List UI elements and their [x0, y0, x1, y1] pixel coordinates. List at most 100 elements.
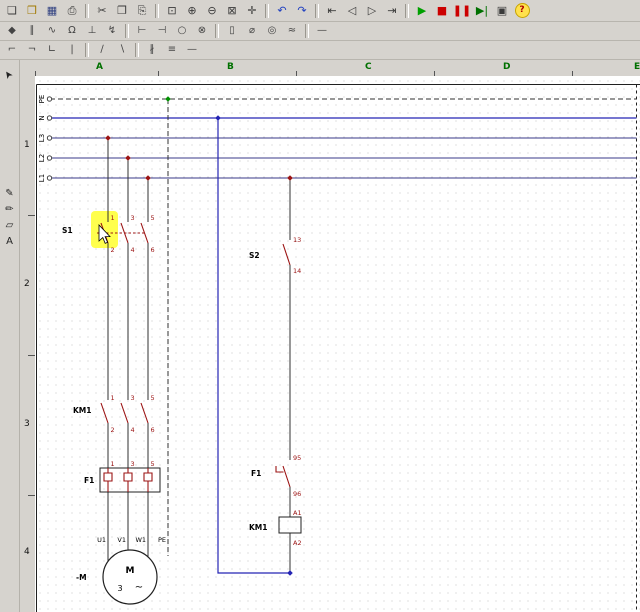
zoom-page-icon: ⊡ [167, 4, 177, 17]
prev-page-icon: ◁ [347, 4, 357, 17]
toolbar-separator [85, 43, 89, 57]
wire-vertical-button[interactable]: | [62, 42, 82, 59]
window-icon: ▣ [496, 4, 508, 17]
s2-button-symbol[interactable]: 13 14 S2 [249, 236, 301, 275]
km1-coil-symbol[interactable]: A1 A2 KM1 [249, 509, 302, 547]
f1-aux-contact-symbol[interactable]: 95 96 F1 [251, 454, 301, 498]
next-page-icon: ▷ [367, 4, 377, 17]
km1-contacts-symbol[interactable]: 1 3 5 2 4 6 KM1 [73, 394, 155, 434]
column-label: A [96, 62, 103, 72]
window-button[interactable]: ▣ [492, 2, 512, 19]
rail-label-n: N [38, 115, 46, 120]
contact-no-symbol-button[interactable]: ⊢ [132, 23, 152, 40]
resistor-symbol-button[interactable]: Ω [62, 23, 82, 40]
pencil-tool[interactable]: ✎ [1, 186, 19, 202]
conductor-single-button[interactable]: — [182, 42, 202, 59]
motor-symbol[interactable]: M 3 ∼ -M U1 V1 W1 PE [76, 536, 166, 605]
schematic-canvas[interactable]: PE N L3 L2 L1 1 3 5 2 4 6 S1 1 3 5 2 4 6… [35, 76, 640, 612]
paste-icon: ⎘ [137, 4, 147, 17]
next-page-button[interactable]: ▷ [362, 2, 382, 19]
busbar-symbol-button[interactable]: ∥ [22, 23, 42, 40]
undo-button[interactable]: ↶ [272, 2, 292, 19]
wire-diag-up-button[interactable]: ∕ [92, 42, 112, 59]
redo-button[interactable]: ↷ [292, 2, 312, 19]
run-button[interactable]: ▶ [412, 2, 432, 19]
device-tag: S2 [249, 251, 260, 260]
print-button[interactable]: ⎙ [62, 2, 82, 19]
zoom-in-icon: ⊕ [187, 4, 197, 17]
wire-diag-down-icon: ∖ [118, 44, 126, 55]
pan-button[interactable]: ✛ [242, 2, 262, 19]
ruler-tick [28, 215, 35, 216]
terminal-label: U1 [97, 536, 106, 544]
copy-button[interactable]: ❐ [112, 2, 132, 19]
ac-symbol-button[interactable]: ∿ [42, 23, 62, 40]
rail-label-l1: L1 [38, 174, 46, 182]
wire-vertical-icon: | [70, 44, 74, 55]
lightning-symbol-button[interactable]: ↯ [102, 23, 122, 40]
conductor-triple-button[interactable]: ≡ [162, 42, 182, 59]
neutral-return-wire [217, 118, 290, 574]
paste-button[interactable]: ⎘ [132, 2, 152, 19]
cable-symbol-button[interactable]: ≈ [282, 23, 302, 40]
conductor-pair-icon: ∦ [149, 44, 155, 55]
wire-diag-down-button[interactable]: ∖ [112, 42, 132, 59]
line-symbol-icon: — [317, 25, 327, 36]
pencil-icon: ✎ [5, 188, 14, 199]
coil-symbol-button[interactable]: ○ [172, 23, 192, 40]
wire-corner-up-button[interactable]: ¬ [22, 42, 42, 59]
undo-icon: ↶ [277, 4, 287, 17]
help-button[interactable]: ? [512, 2, 532, 19]
earth-symbol-button[interactable]: ⊥ [82, 23, 102, 40]
zoom-in-button[interactable]: ⊕ [182, 2, 202, 19]
eraser-tool[interactable]: ▱ [1, 218, 19, 234]
first-page-button[interactable]: ⇤ [322, 2, 342, 19]
step-icon: ▶| [475, 4, 489, 17]
row-label: 3 [24, 419, 30, 429]
column-label: E [634, 62, 640, 72]
zoom-page-button[interactable]: ⊡ [162, 2, 182, 19]
stop-button[interactable]: ■ [432, 2, 452, 19]
cut-button[interactable]: ✂ [92, 2, 112, 19]
wire-corner-down-button[interactable]: ⌐ [2, 42, 22, 59]
earth-symbol-icon: ⊥ [87, 25, 97, 36]
cut-icon: ✂ [97, 4, 107, 17]
prev-page-button[interactable]: ◁ [342, 2, 362, 19]
motor-symbol-button[interactable]: ◎ [262, 23, 282, 40]
text-tool[interactable]: A [1, 234, 19, 250]
f1-overload-symbol[interactable]: 1 3 5 F1 [84, 460, 161, 493]
lamp-symbol-button[interactable]: ⊗ [192, 23, 212, 40]
conductor-pair-button[interactable]: ∦ [142, 42, 162, 59]
terminal-number: 1 [111, 214, 115, 222]
terminal-number: 5 [151, 460, 155, 468]
device-tag: F1 [251, 469, 261, 478]
wire-corner-left-button[interactable]: ∟ [42, 42, 62, 59]
last-page-button[interactable]: ⇥ [382, 2, 402, 19]
pan-icon: ✛ [247, 4, 257, 17]
zoom-out-button[interactable]: ⊖ [202, 2, 222, 19]
busbar-symbol-icon: ∥ [29, 25, 35, 36]
terminal-number: 1 [111, 460, 115, 468]
control-branch[interactable]: 13 14 S2 95 96 F1 A1 A2 KM1 [217, 118, 302, 574]
line-symbol-button[interactable]: — [312, 23, 332, 40]
pause-button[interactable]: ❚❚ [452, 2, 472, 19]
new-button[interactable]: ❏ [2, 2, 22, 19]
open-button[interactable]: ❒ [22, 2, 42, 19]
pen-tool[interactable]: ✏ [1, 202, 19, 218]
terminal-number: 4 [131, 246, 135, 254]
save-button[interactable]: ▦ [42, 2, 62, 19]
zoom-all-button[interactable]: ⊠ [222, 2, 242, 19]
contact-nc-symbol-button[interactable]: ⊣ [152, 23, 172, 40]
step-button[interactable]: ▶| [472, 2, 492, 19]
terminal-label: V1 [117, 536, 126, 544]
select-tool[interactable]: ➤ [1, 66, 19, 82]
fuse-symbol-button[interactable]: ▯ [222, 23, 242, 40]
terminal-number: 1 [111, 394, 115, 402]
redo-icon: ↷ [297, 4, 307, 17]
motor-branch[interactable]: 1 3 5 2 4 6 S1 1 3 5 2 4 6 KM1 1 3 5 F1 … [62, 99, 169, 605]
eraser-icon: ▱ [5, 220, 14, 231]
junction-symbol-button[interactable]: ◆ [2, 23, 22, 40]
wire-diag-up-icon: ∕ [100, 44, 104, 55]
motor-ac-symbol: ∼ [135, 582, 143, 593]
terminal-symbol-button[interactable]: ⌀ [242, 23, 262, 40]
